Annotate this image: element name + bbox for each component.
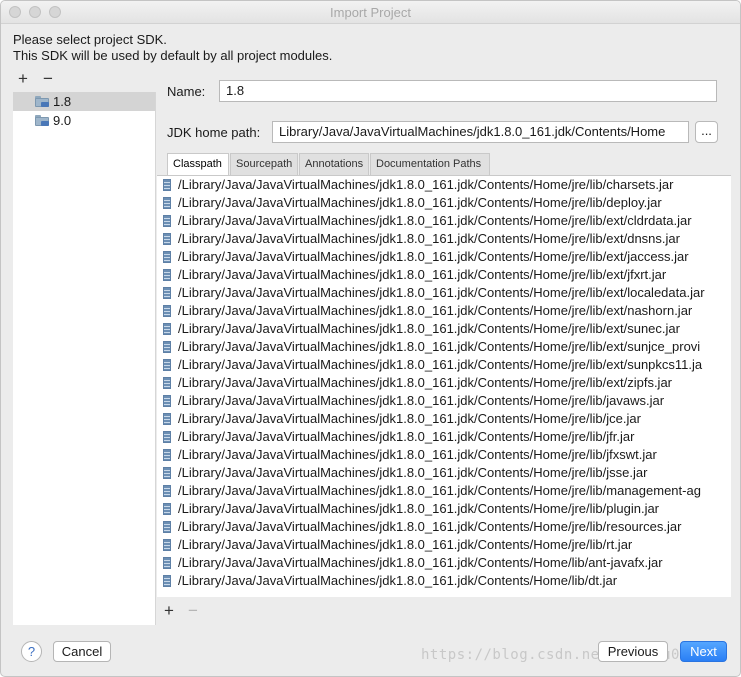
intro-text: Please select project SDK. This SDK will… (13, 32, 332, 64)
intro-line-2: This SDK will be used by default by all … (13, 48, 333, 63)
add-sdk-button[interactable]: + (18, 70, 28, 88)
list-item[interactable]: /Library/Java/JavaVirtualMachines/jdk1.8… (157, 464, 731, 482)
jar-icon (163, 179, 171, 191)
list-item[interactable]: /Library/Java/JavaVirtualMachines/jdk1.8… (157, 320, 731, 338)
add-classpath-button[interactable]: + (164, 602, 174, 620)
jdk-home-path-label: JDK home path: (167, 125, 261, 140)
jar-icon (163, 395, 171, 407)
sdk-item-9-0[interactable]: 9.0 (13, 111, 155, 130)
jar-icon (163, 449, 171, 461)
name-input[interactable]: 1.8 (219, 80, 717, 102)
list-item[interactable]: /Library/Java/JavaVirtualMachines/jdk1.8… (157, 410, 731, 428)
list-item[interactable]: /Library/Java/JavaVirtualMachines/jdk1.8… (157, 338, 731, 356)
list-item[interactable]: /Library/Java/JavaVirtualMachines/jdk1.8… (157, 518, 731, 536)
list-item[interactable]: /Library/Java/JavaVirtualMachines/jdk1.8… (157, 212, 731, 230)
jar-icon (163, 431, 171, 443)
help-button[interactable]: ? (21, 641, 42, 662)
window-title: Import Project (330, 5, 411, 20)
list-item[interactable]: /Library/Java/JavaVirtualMachines/jdk1.8… (157, 554, 731, 572)
intro-line-1: Please select project SDK. (13, 32, 167, 47)
browse-button[interactable]: ... (695, 121, 718, 143)
jar-icon (163, 413, 171, 425)
name-label: Name: (167, 84, 206, 99)
jar-icon (163, 251, 171, 263)
list-item[interactable]: /Library/Java/JavaVirtualMachines/jdk1.8… (157, 428, 731, 446)
sdk-item-1-8[interactable]: 1.8 (13, 92, 155, 111)
list-item[interactable]: /Library/Java/JavaVirtualMachines/jdk1.8… (157, 374, 731, 392)
cancel-button[interactable]: Cancel (53, 641, 111, 662)
list-item[interactable]: /Library/Java/JavaVirtualMachines/jdk1.8… (157, 536, 731, 554)
sdk-list: 1.8 9.0 (13, 92, 156, 625)
previous-button[interactable]: Previous (598, 641, 668, 662)
jar-icon (163, 269, 171, 281)
jdk-home-path-input[interactable]: Library/Java/JavaVirtualMachines/jdk1.8.… (272, 121, 689, 143)
list-item[interactable]: /Library/Java/JavaVirtualMachines/jdk1.8… (157, 194, 731, 212)
tab-documentation-paths[interactable]: Documentation Paths (370, 153, 490, 175)
list-item[interactable]: /Library/Java/JavaVirtualMachines/jdk1.8… (157, 572, 731, 590)
list-item[interactable]: /Library/Java/JavaVirtualMachines/jdk1.8… (157, 482, 731, 500)
jar-icon (163, 539, 171, 551)
sdk-panel: + − 1.8 9.0 (13, 68, 156, 625)
list-item[interactable]: /Library/Java/JavaVirtualMachines/jdk1.8… (157, 284, 731, 302)
title-bar: Import Project (1, 1, 740, 24)
jar-icon (163, 485, 171, 497)
jar-icon (163, 323, 171, 335)
list-item[interactable]: /Library/Java/JavaVirtualMachines/jdk1.8… (157, 176, 731, 194)
classpath-toolbar: + − (157, 599, 731, 625)
next-button[interactable]: Next (680, 641, 727, 662)
tab-classpath[interactable]: Classpath (167, 153, 229, 175)
list-item[interactable]: /Library/Java/JavaVirtualMachines/jdk1.8… (157, 230, 731, 248)
jar-icon (163, 359, 171, 371)
remove-sdk-button[interactable]: − (43, 70, 53, 88)
jar-icon (163, 287, 171, 299)
jar-icon (163, 233, 171, 245)
list-item[interactable]: /Library/Java/JavaVirtualMachines/jdk1.8… (157, 248, 731, 266)
classpath-list: /Library/Java/JavaVirtualMachines/jdk1.8… (157, 175, 731, 597)
tab-sourcepath[interactable]: Sourcepath (230, 153, 298, 175)
list-item[interactable]: /Library/Java/JavaVirtualMachines/jdk1.8… (157, 446, 731, 464)
jar-icon (163, 503, 171, 515)
jar-icon (163, 467, 171, 479)
jar-icon (163, 575, 171, 587)
import-project-window: Import Project Please select project SDK… (0, 0, 741, 677)
jar-icon (163, 197, 171, 209)
jar-icon (163, 341, 171, 353)
dialog-footer: ? Cancel https://blog.csdn.net/wdz0lu010… (1, 631, 740, 676)
sdk-folder-icon (35, 96, 49, 107)
sdk-item-label: 1.8 (53, 94, 72, 109)
jar-icon (163, 377, 171, 389)
list-item[interactable]: /Library/Java/JavaVirtualMachines/jdk1.8… (157, 500, 731, 518)
list-item[interactable]: /Library/Java/JavaVirtualMachines/jdk1.8… (157, 266, 731, 284)
sdk-item-label: 9.0 (53, 113, 72, 128)
sdk-folder-icon (35, 115, 49, 126)
list-item[interactable]: /Library/Java/JavaVirtualMachines/jdk1.8… (157, 392, 731, 410)
jar-icon (163, 215, 171, 227)
list-item[interactable]: /Library/Java/JavaVirtualMachines/jdk1.8… (157, 356, 731, 374)
jar-icon (163, 305, 171, 317)
jar-icon (163, 557, 171, 569)
jar-icon (163, 521, 171, 533)
tab-annotations[interactable]: Annotations (299, 153, 369, 175)
remove-classpath-button[interactable]: − (188, 602, 198, 620)
list-item[interactable]: /Library/Java/JavaVirtualMachines/jdk1.8… (157, 302, 731, 320)
